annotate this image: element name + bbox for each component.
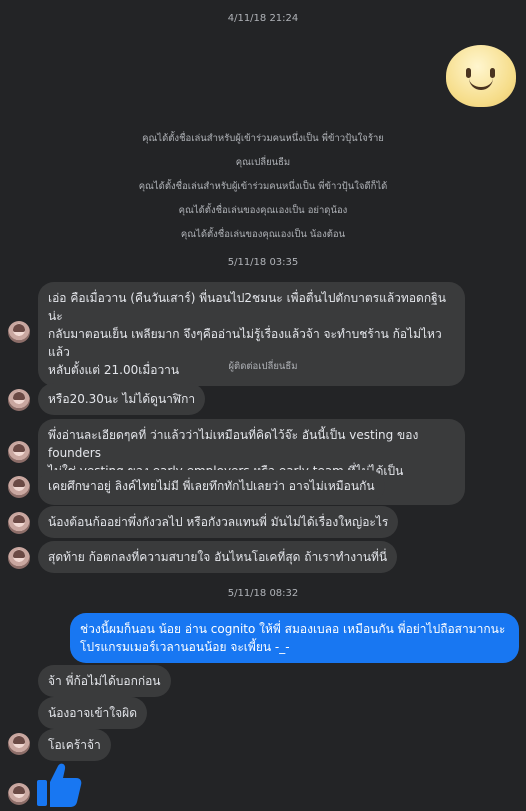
system-message: คุณเปลี่ยนธีม	[235, 157, 291, 168]
thumbs-up-icon[interactable]	[36, 760, 82, 808]
message-bubble[interactable]: เคยศึกษาอยู่ ลิงค์ไทยไม่มี พี่เลยทึกทักไ…	[38, 470, 385, 502]
contact-avatar[interactable]	[8, 321, 30, 343]
system-message: คุณได้ตั้งชื่อเล่นสำหรับผู้เข้าร่วมคนหนึ…	[142, 133, 384, 144]
message-bubble[interactable]: น้องต้อนก้ออย่าพึ่งกังวลไป หรือกังวลแทนพ…	[38, 506, 399, 538]
outgoing-message-bubble[interactable]: ช่วงนี้ผมก็นอน น้อย อ่าน cognito ให้พี่ …	[70, 613, 519, 663]
message-bubble[interactable]: โอเคร้าจ้า	[38, 729, 111, 761]
contact-avatar[interactable]	[8, 733, 30, 755]
message-bubble[interactable]: จ้า พี่ก้อไม่ได้บอกก่อน	[38, 665, 171, 697]
contact-avatar[interactable]	[8, 512, 30, 534]
smiley-sticker-icon[interactable]	[446, 45, 516, 107]
system-message: ผู้ติดต่อเปลี่ยนธีม	[228, 361, 298, 372]
timestamp: 4/11/18 21:24	[227, 13, 299, 24]
timestamp: 5/11/18 03:35	[227, 257, 299, 268]
contact-avatar[interactable]	[8, 476, 30, 498]
message-bubble[interactable]: หรือ20.30นะ ไม่ได้ดูนาฬิกา	[38, 383, 206, 415]
message-bubble[interactable]: น้องอาจเข้าใจผิด	[38, 697, 148, 729]
contact-avatar[interactable]	[8, 441, 30, 463]
system-message: คุณได้ตั้งชื่อเล่นของคุณเองเป็น อย่าดุน้…	[178, 205, 348, 216]
system-message: คุณได้ตั้งชื่อเล่นของคุณเองเป็น น้องต้อน	[180, 229, 346, 240]
timestamp: 5/11/18 08:32	[227, 588, 299, 599]
system-message: คุณได้ตั้งชื่อเล่นสำหรับผู้เข้าร่วมคนหนึ…	[138, 181, 388, 192]
sticker-mouth	[469, 78, 493, 90]
sticker-left-eye	[466, 68, 471, 78]
contact-avatar[interactable]	[8, 783, 30, 805]
contact-avatar[interactable]	[8, 389, 30, 411]
sticker-right-eye	[490, 68, 495, 78]
contact-avatar[interactable]	[8, 547, 30, 569]
message-bubble[interactable]: สุดท้าย ก้อตกลงที่ความสบายใจ อันไหนโอเคท…	[38, 541, 398, 573]
